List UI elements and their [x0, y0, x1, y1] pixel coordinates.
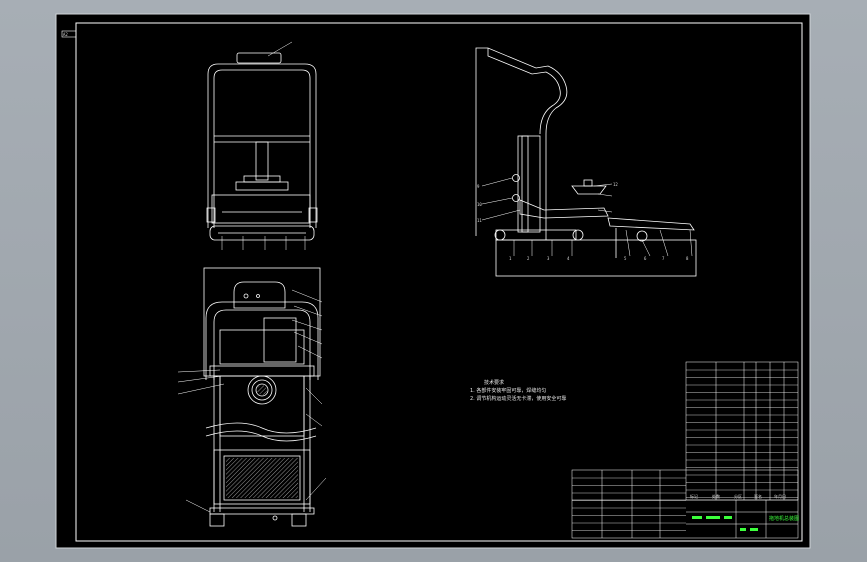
svg-text:10: 10: [477, 202, 482, 207]
drawing-sheet: [55, 13, 811, 549]
svg-text:年月日: 年月日: [774, 493, 786, 499]
svg-text:签名: 签名: [754, 493, 762, 499]
drawing-canvas: A2 1 2 3 4 5 6 7 8 9 10 11 12 技术要求 1. 各部…: [55, 13, 811, 549]
svg-text:分区: 分区: [734, 493, 742, 499]
drawing-title: 拖地机总装图: [769, 515, 799, 522]
svg-text:处数: 处数: [712, 493, 720, 499]
tech-requirement-2: 2. 调节机构运动灵活无卡滞，使用安全可靠: [470, 395, 566, 402]
corner-tag: A2: [63, 32, 68, 37]
cad-viewer: A2 1 2 3 4 5 6 7 8 9 10 11 12 技术要求 1. 各部…: [0, 0, 867, 562]
radial-detail: [257, 385, 267, 395]
tech-requirements-title: 技术要求: [484, 379, 504, 386]
svg-text:标记: 标记: [690, 493, 698, 499]
hatched-section: [226, 458, 298, 498]
tech-requirement-1: 1. 各部件安装牢固可靠，焊缝均匀: [470, 387, 546, 394]
svg-text:11: 11: [477, 218, 482, 223]
svg-text:12: 12: [613, 182, 618, 187]
